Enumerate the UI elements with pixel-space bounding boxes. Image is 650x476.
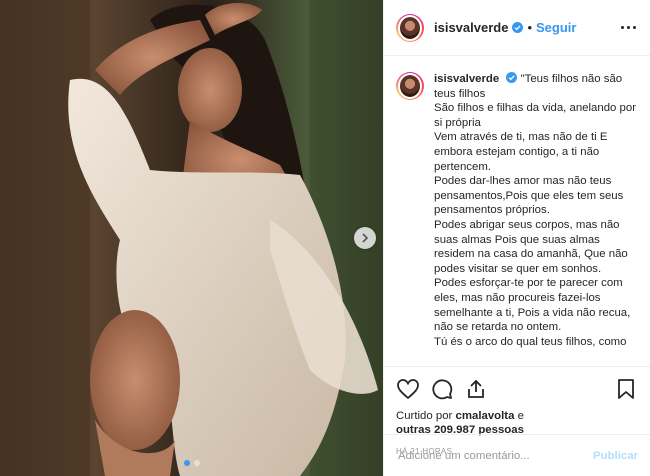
carousel-dot xyxy=(193,460,200,466)
photo-image xyxy=(0,0,383,476)
instagram-post: isisvalverde • Seguir isisvalverde "Teus… xyxy=(0,0,650,476)
separator-dot: • xyxy=(527,20,533,35)
carousel-indicator xyxy=(0,460,383,466)
caption-line: Podes abrigar seus corpos, mas não suas … xyxy=(434,218,628,275)
carousel-dot-active xyxy=(183,460,190,466)
caption-line: Tú és o arco do qual teus filhos, como xyxy=(434,335,627,348)
next-photo-button[interactable] xyxy=(354,227,376,249)
heart-icon[interactable] xyxy=(396,377,420,401)
caption-line: São filhos e filhas da vida, anelando po… xyxy=(434,102,637,129)
caption-line: Vem através de ti, mas não de ti E embor… xyxy=(434,131,608,173)
avatar[interactable] xyxy=(396,13,424,42)
likes-summary: Curtido por cmalavolta e outras 209.987 … xyxy=(396,409,638,437)
liked-mid: e xyxy=(517,410,524,422)
caption-line: Podes dar-lhes amor mas não teus pensame… xyxy=(434,175,624,217)
comment-icon[interactable] xyxy=(430,377,454,401)
post-header: isisvalverde • Seguir xyxy=(384,0,650,56)
liked-user-link[interactable]: cmalavolta xyxy=(456,410,515,422)
liked-prefix: Curtido por xyxy=(396,410,453,422)
chevron-right-icon xyxy=(362,233,369,243)
bookmark-icon[interactable] xyxy=(614,377,638,401)
username-link[interactable]: isisvalverde xyxy=(434,20,508,35)
comment-input[interactable] xyxy=(396,448,594,463)
caption-text: isisvalverde "Teus filhos não são teus f… xyxy=(434,72,638,366)
caption-avatar[interactable] xyxy=(396,72,424,100)
follow-button[interactable]: Seguir xyxy=(536,20,576,35)
post-photo[interactable] xyxy=(0,0,383,476)
caption-line: Podes esforçar-te por te parecer com ele… xyxy=(434,277,631,334)
caption-username[interactable]: isisvalverde xyxy=(434,73,499,85)
publish-button[interactable]: Publicar xyxy=(593,450,638,462)
more-options-icon[interactable] xyxy=(621,26,636,29)
verified-badge-icon xyxy=(512,22,524,33)
verified-badge-icon xyxy=(506,72,518,83)
caption-area: isisvalverde "Teus filhos não são teus f… xyxy=(384,56,650,366)
share-icon[interactable] xyxy=(464,377,488,401)
add-comment-bar: Publicar xyxy=(384,434,650,476)
post-sidebar: isisvalverde • Seguir isisvalverde "Teus… xyxy=(383,0,650,476)
